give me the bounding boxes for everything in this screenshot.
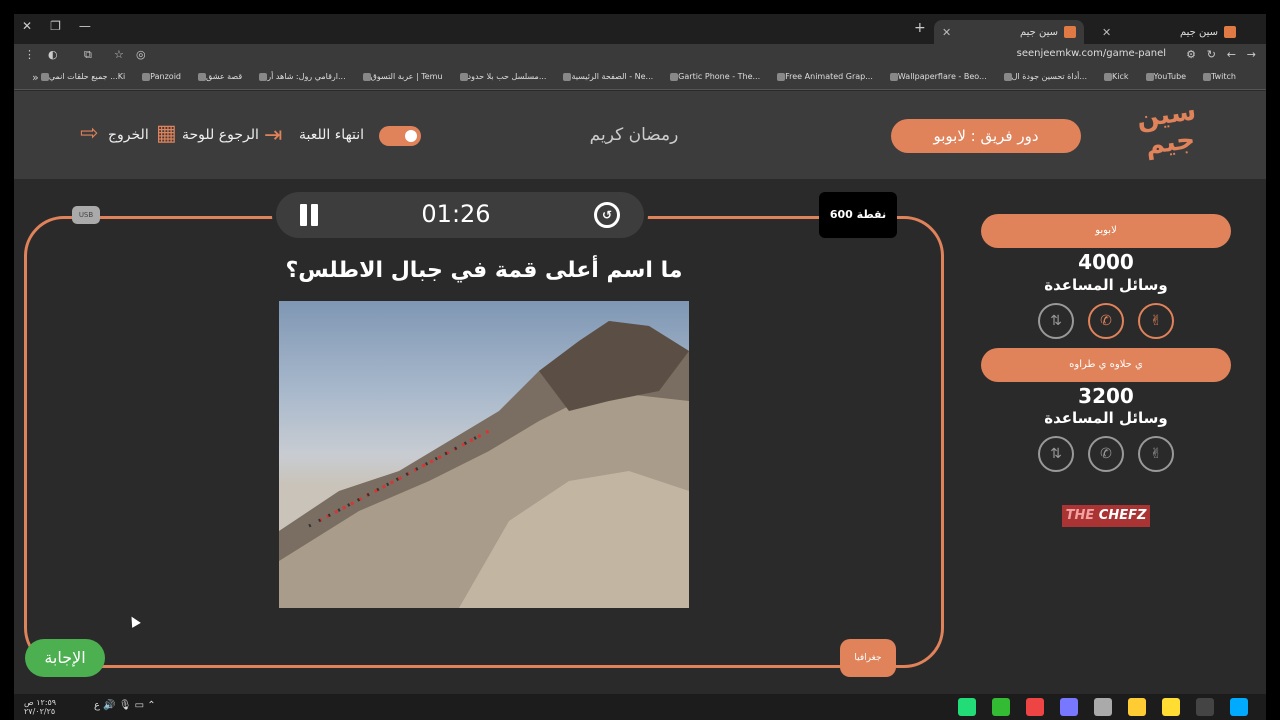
site-settings-icon[interactable]: ⚙ [1186, 48, 1196, 61]
close-icon[interactable]: ✕ [942, 26, 951, 39]
bookmark-item[interactable]: Panzoid [139, 72, 181, 81]
profile-icon[interactable]: ◐ [48, 48, 58, 61]
mountain-illustration [279, 321, 689, 608]
url-input[interactable]: seenjeemkw.com/game-panel [1017, 48, 1166, 59]
reload-icon[interactable]: ↻ [1207, 48, 1216, 61]
tab-label: سين جيم [1019, 26, 1058, 38]
app-logo: سين جيم [1134, 96, 1198, 162]
search-icon[interactable] [1196, 698, 1214, 716]
phone-icon[interactable]: ✆ [1088, 436, 1124, 472]
folder-icon[interactable] [1128, 698, 1146, 716]
taskbar-apps [958, 698, 1248, 716]
arrow-to-line-icon[interactable]: ⇥ [264, 123, 282, 148]
favicon-icon [1224, 26, 1236, 38]
end-game-toggle[interactable] [379, 126, 421, 146]
pause-icon[interactable] [298, 204, 320, 226]
app-frame: ✕ ❐ — + ✕ سين جيم ✕ سين جيم ⋮ ◐ ⧉ ☆ ◎ se… [14, 14, 1266, 694]
swap-icon[interactable]: ⇅ [1038, 303, 1074, 339]
bookmark-item[interactable]: جميع حلقات انمي ...Ki [38, 72, 125, 81]
tab-inactive[interactable]: ✕ سين جيم [1094, 20, 1244, 44]
steam-icon[interactable] [958, 698, 976, 716]
new-tab-icon[interactable]: + [914, 20, 926, 36]
bookmark-item[interactable]: Free Animated Grap... [774, 72, 873, 81]
bookmark-item[interactable]: ارقامي رول: شاهد أر... [256, 72, 345, 81]
browser-icon[interactable] [1060, 698, 1078, 716]
team-aids-label: وسائل المساعدة [1044, 409, 1168, 427]
restore-window-icon[interactable]: ❐ [50, 19, 61, 33]
sponsor-part1: THE [1065, 508, 1095, 523]
turn-indicator: دور فريق : لابوبو [891, 119, 1081, 153]
bookmark-item[interactable]: مسلسل حب بلا حدود... [457, 72, 547, 81]
system-tray[interactable]: ع 🔊 🎙 ▭ ⌃ [94, 700, 156, 711]
bookmark-item[interactable]: Wallpaperflare - Beo... [887, 72, 987, 81]
page-title: رمضان كريم [589, 125, 679, 145]
answer-button[interactable]: الإجابة [25, 639, 105, 677]
hand-peace-icon[interactable]: ✌ [1138, 436, 1174, 472]
chrome-icon[interactable] [1026, 698, 1044, 716]
exit-door-icon[interactable]: ⇨ [80, 121, 98, 146]
visibility-icon[interactable]: ◎ [136, 48, 146, 61]
bookmarks-list: Twitch YouTube Kick أداة تحسين جودة ال..… [38, 72, 1236, 81]
bookmark-item[interactable]: عربة التسوق | Temu [360, 72, 443, 81]
bookmark-item[interactable]: Kick [1101, 72, 1129, 81]
star-icon[interactable]: ☆ [114, 48, 124, 61]
timer-text: 01:26 [421, 200, 491, 228]
back-to-board-label[interactable]: الرجوع للوحة [182, 127, 259, 143]
grid-icon[interactable]: ▦ [156, 121, 177, 146]
team-name-pill: ي حلاوه ي طراوه [981, 348, 1231, 382]
window-controls-left: ✕ ❐ — [22, 19, 91, 33]
question-image [279, 301, 689, 608]
windows-start-icon[interactable] [1230, 698, 1248, 716]
category-tag: جغرافيا [840, 639, 896, 677]
question-text: ما اسم أعلى قمة في جبال الاطلس؟ [285, 258, 683, 283]
bookmark-item[interactable]: Gartic Phone - The... [667, 72, 760, 81]
sponsor-part2: CHEFZ [1098, 508, 1147, 523]
hand-peace-icon[interactable]: ✌ [1138, 303, 1174, 339]
phone-icon[interactable]: ✆ [1088, 303, 1124, 339]
tab-label: سين جيم [1179, 26, 1218, 38]
clock[interactable]: ١٢:٥٩ ص ٢٧/٠٢/٢٥ [24, 698, 56, 716]
store-icon[interactable] [1094, 698, 1112, 716]
favicon-icon [1064, 26, 1076, 38]
team-score: 3200 [1078, 384, 1134, 408]
team-aids-label: وسائل المساعدة [1044, 276, 1168, 294]
reset-timer-icon[interactable]: ↺ [594, 202, 620, 228]
points-badge: 600 نقطة [819, 192, 897, 238]
forward-icon[interactable]: → [1247, 48, 1256, 61]
sponsor-logo: THE CHEFZ [1062, 505, 1150, 527]
tab-active[interactable]: ✕ سين جيم [934, 20, 1084, 44]
address-bar: ⋮ ◐ ⧉ ☆ ◎ seenjeemkw.com/game-panel ⚙ ↻ … [14, 44, 1266, 68]
minimize-window-icon[interactable]: — [79, 19, 91, 33]
game-header: سين جيم دور فريق : لابوبو رمضان كريم انت… [14, 91, 1266, 179]
xbox-icon[interactable] [992, 698, 1010, 716]
clock-date: ٢٧/٠٢/٢٥ [24, 707, 56, 716]
browser-tabbar: ✕ ❐ — + ✕ سين جيم ✕ سين جيم [14, 14, 1266, 44]
swap-icon[interactable]: ⇅ [1038, 436, 1074, 472]
end-game-label[interactable]: انتهاء اللعبة [299, 127, 364, 143]
menu-dots-icon[interactable]: ⋮ [24, 48, 35, 61]
small-badge: USB [72, 206, 100, 224]
os-taskbar: ١٢:٥٩ ص ٢٧/٠٢/٢٥ ع 🔊 🎙 ▭ ⌃ [14, 694, 1266, 720]
back-icon[interactable]: ← [1227, 48, 1236, 61]
extensions-icon[interactable]: ⧉ [84, 48, 92, 62]
exit-label[interactable]: الخروج [108, 127, 149, 143]
team-name-pill: لابوبو [981, 214, 1231, 248]
bookmark-item[interactable]: قصة عشق [195, 72, 242, 81]
bookmarks-bar: » Twitch YouTube Kick أداة تحسين جودة ال… [14, 68, 1266, 90]
bookmark-item[interactable]: أداة تحسين جودة ال... [1001, 72, 1087, 81]
bookmark-item[interactable]: YouTube [1143, 72, 1187, 81]
clock-time: ١٢:٥٩ ص [24, 698, 57, 707]
bookmark-item[interactable]: Twitch [1200, 72, 1236, 81]
close-icon[interactable]: ✕ [1102, 26, 1111, 39]
close-window-icon[interactable]: ✕ [22, 19, 32, 33]
team-score: 4000 [1078, 250, 1134, 274]
notes-icon[interactable] [1162, 698, 1180, 716]
timer-bar: 01:26 ↺ [276, 192, 644, 238]
bookmark-item[interactable]: الصفحة الرئيسية - Ne... [560, 72, 653, 81]
